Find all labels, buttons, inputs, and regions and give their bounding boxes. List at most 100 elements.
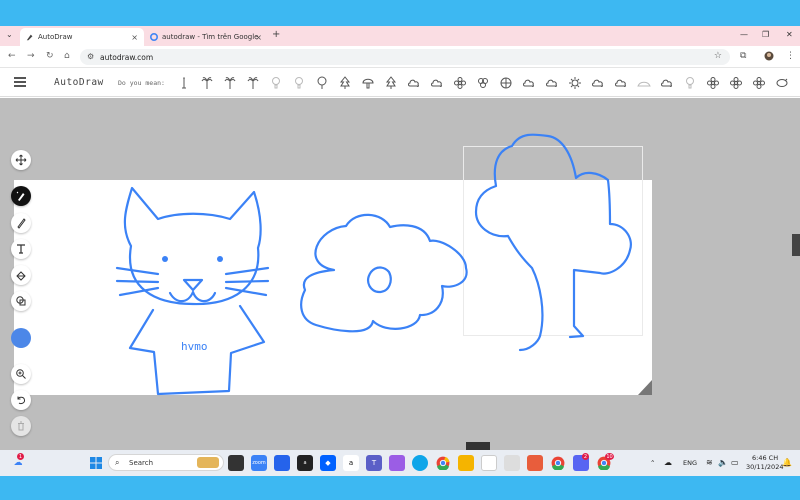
cat-drawing	[115, 186, 270, 396]
suggestion-item[interactable]	[517, 74, 540, 92]
url-field[interactable]: ⚙ autodraw.com ☆	[80, 49, 730, 65]
type-tool-button[interactable]	[11, 239, 31, 259]
suggestion-item[interactable]	[264, 74, 287, 92]
suggestion-item[interactable]	[287, 74, 310, 92]
suggestion-item[interactable]	[195, 74, 218, 92]
suggestion-item[interactable]	[586, 74, 609, 92]
amazon-icon[interactable]: a	[343, 455, 359, 471]
autodraw-favicon-icon	[26, 33, 34, 41]
language-indicator[interactable]: ENG	[683, 459, 697, 467]
suggestion-item[interactable]	[310, 74, 333, 92]
dropbox-icon[interactable]: ◆	[320, 455, 336, 471]
chrome-icon[interactable]	[435, 455, 451, 471]
draw-tool-button[interactable]	[11, 213, 31, 233]
extensions-icon[interactable]: ⧉	[740, 51, 746, 61]
fill-tool-button[interactable]	[11, 265, 31, 285]
autodraw-tool-button[interactable]	[11, 186, 31, 206]
weather-badge: 1	[17, 453, 24, 460]
browser-menu-icon[interactable]: ⋮	[786, 51, 795, 61]
suggestion-item[interactable]	[609, 74, 632, 92]
suggestion-item[interactable]	[379, 74, 402, 92]
wifi-icon[interactable]: ≋	[706, 458, 713, 467]
avatar[interactable]	[764, 51, 774, 64]
undo-button[interactable]	[11, 390, 31, 410]
suggestion-item[interactable]	[678, 74, 701, 92]
autodraw-header: AutoDraw Do you mean:	[0, 69, 800, 97]
suggestion-item[interactable]	[540, 74, 563, 92]
tab-google-search[interactable]: autodraw - Tìm trên Google ×	[144, 28, 268, 46]
app-title: AutoDraw	[54, 77, 104, 88]
forward-icon[interactable]: →	[27, 51, 35, 61]
clock-time[interactable]: 6:46 CH	[752, 454, 778, 462]
hamburger-menu-icon[interactable]	[14, 77, 26, 87]
suggestion-item[interactable]	[494, 74, 517, 92]
bottom-scroll-handle[interactable]	[466, 442, 490, 450]
zoom-tool-button[interactable]	[11, 364, 31, 384]
close-tab-icon[interactable]: ×	[255, 33, 262, 42]
right-scroll-handle[interactable]	[792, 234, 800, 256]
home-icon[interactable]: ⌂	[64, 51, 70, 61]
copilot-icon[interactable]	[389, 455, 405, 471]
app-icon[interactable]	[481, 455, 497, 471]
restore-icon[interactable]: ❐	[762, 30, 769, 39]
flower-icon	[453, 77, 466, 89]
reload-icon[interactable]: ↻	[46, 51, 54, 61]
xampp-icon[interactable]	[527, 455, 543, 471]
suggestion-item[interactable]	[655, 74, 678, 92]
move-tool-button[interactable]	[11, 150, 31, 170]
shape-tool-button[interactable]	[11, 291, 31, 311]
suggestion-item[interactable]	[425, 74, 448, 92]
suggestion-item[interactable]	[770, 74, 793, 92]
start-button[interactable]	[88, 455, 104, 471]
canvas-area[interactable]: hvmo	[0, 98, 800, 450]
amazon-app-icon[interactable]: a	[297, 455, 313, 471]
suggestion-item[interactable]	[402, 74, 425, 92]
store-app-icon[interactable]	[274, 455, 290, 471]
notification-bell-icon[interactable]: 🔔	[782, 458, 792, 467]
suggestion-item[interactable]	[747, 74, 770, 92]
site-info-icon[interactable]: ⚙	[87, 52, 94, 61]
shirt-text: hvmo	[181, 340, 208, 353]
suggestion-item[interactable]	[333, 74, 356, 92]
color-picker-button[interactable]	[11, 328, 31, 348]
zoom-app-icon[interactable]: zoom	[251, 455, 267, 471]
new-tab-button[interactable]: +	[272, 29, 280, 40]
delete-button[interactable]	[11, 416, 31, 436]
onedrive-icon[interactable]: ☁	[664, 458, 672, 467]
minimize-icon[interactable]: —	[740, 30, 748, 39]
cloud-icon	[591, 79, 603, 87]
tab-label: AutoDraw	[38, 33, 73, 41]
file-explorer-icon[interactable]	[458, 455, 474, 471]
teams-icon[interactable]: T	[366, 455, 382, 471]
back-icon[interactable]: ←	[8, 51, 16, 61]
close-tab-icon[interactable]: ×	[131, 33, 138, 42]
browser-window: ⌄ AutoDraw × autodraw - Tìm trên Google …	[0, 26, 800, 450]
tab-search-chevron-icon[interactable]: ⌄	[6, 30, 13, 39]
hill-icon	[636, 81, 651, 87]
suggestion-item[interactable]	[356, 74, 379, 92]
tray-chevron-icon[interactable]: ⌃	[650, 459, 655, 467]
chrome-profile-icon[interactable]	[550, 455, 566, 471]
close-window-icon[interactable]: ✕	[786, 30, 793, 39]
app-icon-2[interactable]	[504, 455, 520, 471]
suggestion-item[interactable]	[241, 74, 264, 92]
tree-icon	[339, 76, 350, 89]
bookmark-star-icon[interactable]: ☆	[714, 51, 722, 61]
move-tool-icon	[15, 154, 27, 166]
task-view-icon[interactable]	[228, 455, 244, 471]
volume-icon[interactable]: 🔈	[718, 458, 728, 467]
suggestion-item[interactable]	[632, 74, 655, 92]
suggestion-item[interactable]	[724, 74, 747, 92]
battery-icon[interactable]: ▭	[731, 458, 739, 467]
bulb-icon	[685, 77, 694, 89]
suggestion-item[interactable]	[448, 74, 471, 92]
suggestion-item[interactable]	[701, 74, 724, 92]
suggestion-item[interactable]	[218, 74, 241, 92]
edge-icon[interactable]	[412, 455, 428, 471]
clock-date[interactable]: 30/11/2024	[746, 463, 783, 471]
taskbar-search-input[interactable]: ⌕ Search	[108, 454, 224, 471]
suggestion-item[interactable]	[172, 74, 195, 92]
tab-autodraw[interactable]: AutoDraw ×	[20, 28, 144, 46]
suggestion-item[interactable]	[471, 74, 494, 92]
suggestion-item[interactable]	[563, 74, 586, 92]
